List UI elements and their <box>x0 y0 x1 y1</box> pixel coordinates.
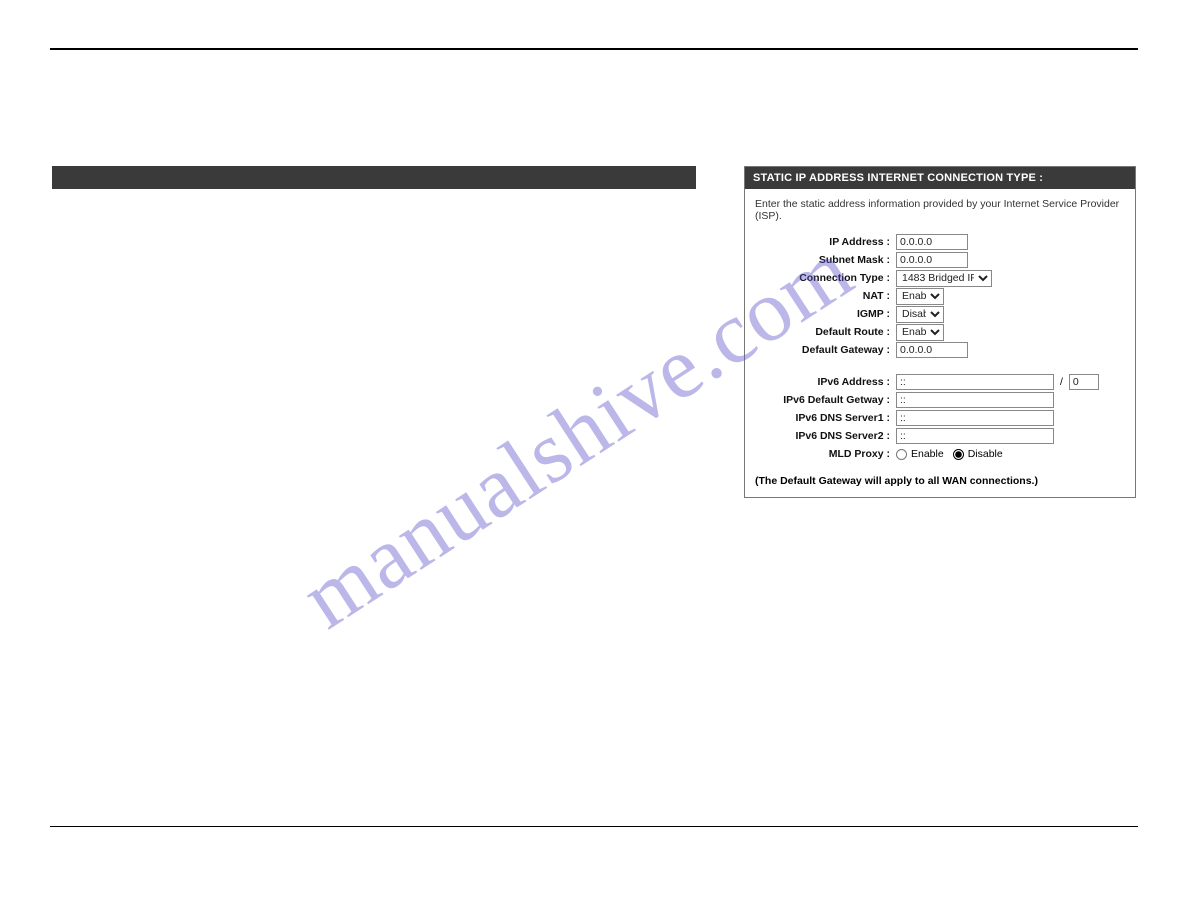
label-conn: Connection Type : <box>755 272 896 284</box>
subnet-mask-input[interactable] <box>896 252 968 268</box>
ipv6-prefix-input[interactable] <box>1069 374 1099 390</box>
slash-label: / <box>1057 376 1066 388</box>
connection-type-select[interactable]: 1483 Bridged IP LLC <box>896 270 992 287</box>
label-v6dns2: IPv6 DNS Server2 : <box>755 430 896 442</box>
ip-address-input[interactable] <box>896 234 968 250</box>
default-gateway-input[interactable] <box>896 342 968 358</box>
ipv6-address-input[interactable] <box>896 374 1054 390</box>
ipv6-dns1-input[interactable] <box>896 410 1054 426</box>
static-ip-panel: STATIC IP ADDRESS INTERNET CONNECTION TY… <box>744 166 1136 498</box>
ipv6-gateway-input[interactable] <box>896 392 1054 408</box>
dark-header-bar-left <box>52 166 696 189</box>
top-rule <box>50 48 1138 50</box>
label-gw: Default Gateway : <box>755 344 896 356</box>
igmp-select[interactable]: Disable <box>896 306 944 323</box>
label-v6dns1: IPv6 DNS Server1 : <box>755 412 896 424</box>
label-route: Default Route : <box>755 326 896 338</box>
ipv6-dns2-input[interactable] <box>896 428 1054 444</box>
label-v6gw: IPv6 Default Getway : <box>755 394 896 406</box>
mld-enable-radio[interactable] <box>896 449 907 460</box>
bottom-rule <box>50 826 1138 827</box>
nat-select[interactable]: Enable <box>896 288 944 305</box>
mld-disable-label: Disable <box>968 448 1003 460</box>
label-igmp: IGMP : <box>755 308 896 320</box>
panel-body: Enter the static address information pro… <box>745 189 1135 497</box>
mld-enable-label: Enable <box>911 448 944 460</box>
mld-disable-radio[interactable] <box>953 449 964 460</box>
label-nat: NAT : <box>755 290 896 302</box>
panel-title: STATIC IP ADDRESS INTERNET CONNECTION TY… <box>745 167 1135 189</box>
label-v6addr: IPv6 Address : <box>755 376 896 388</box>
default-route-select[interactable]: Enable <box>896 324 944 341</box>
label-mld: MLD Proxy : <box>755 448 896 460</box>
label-ip: IP Address : <box>755 236 896 248</box>
panel-intro: Enter the static address information pro… <box>755 198 1125 222</box>
footer-note: (The Default Gateway will apply to all W… <box>755 475 1125 487</box>
label-mask: Subnet Mask : <box>755 254 896 266</box>
